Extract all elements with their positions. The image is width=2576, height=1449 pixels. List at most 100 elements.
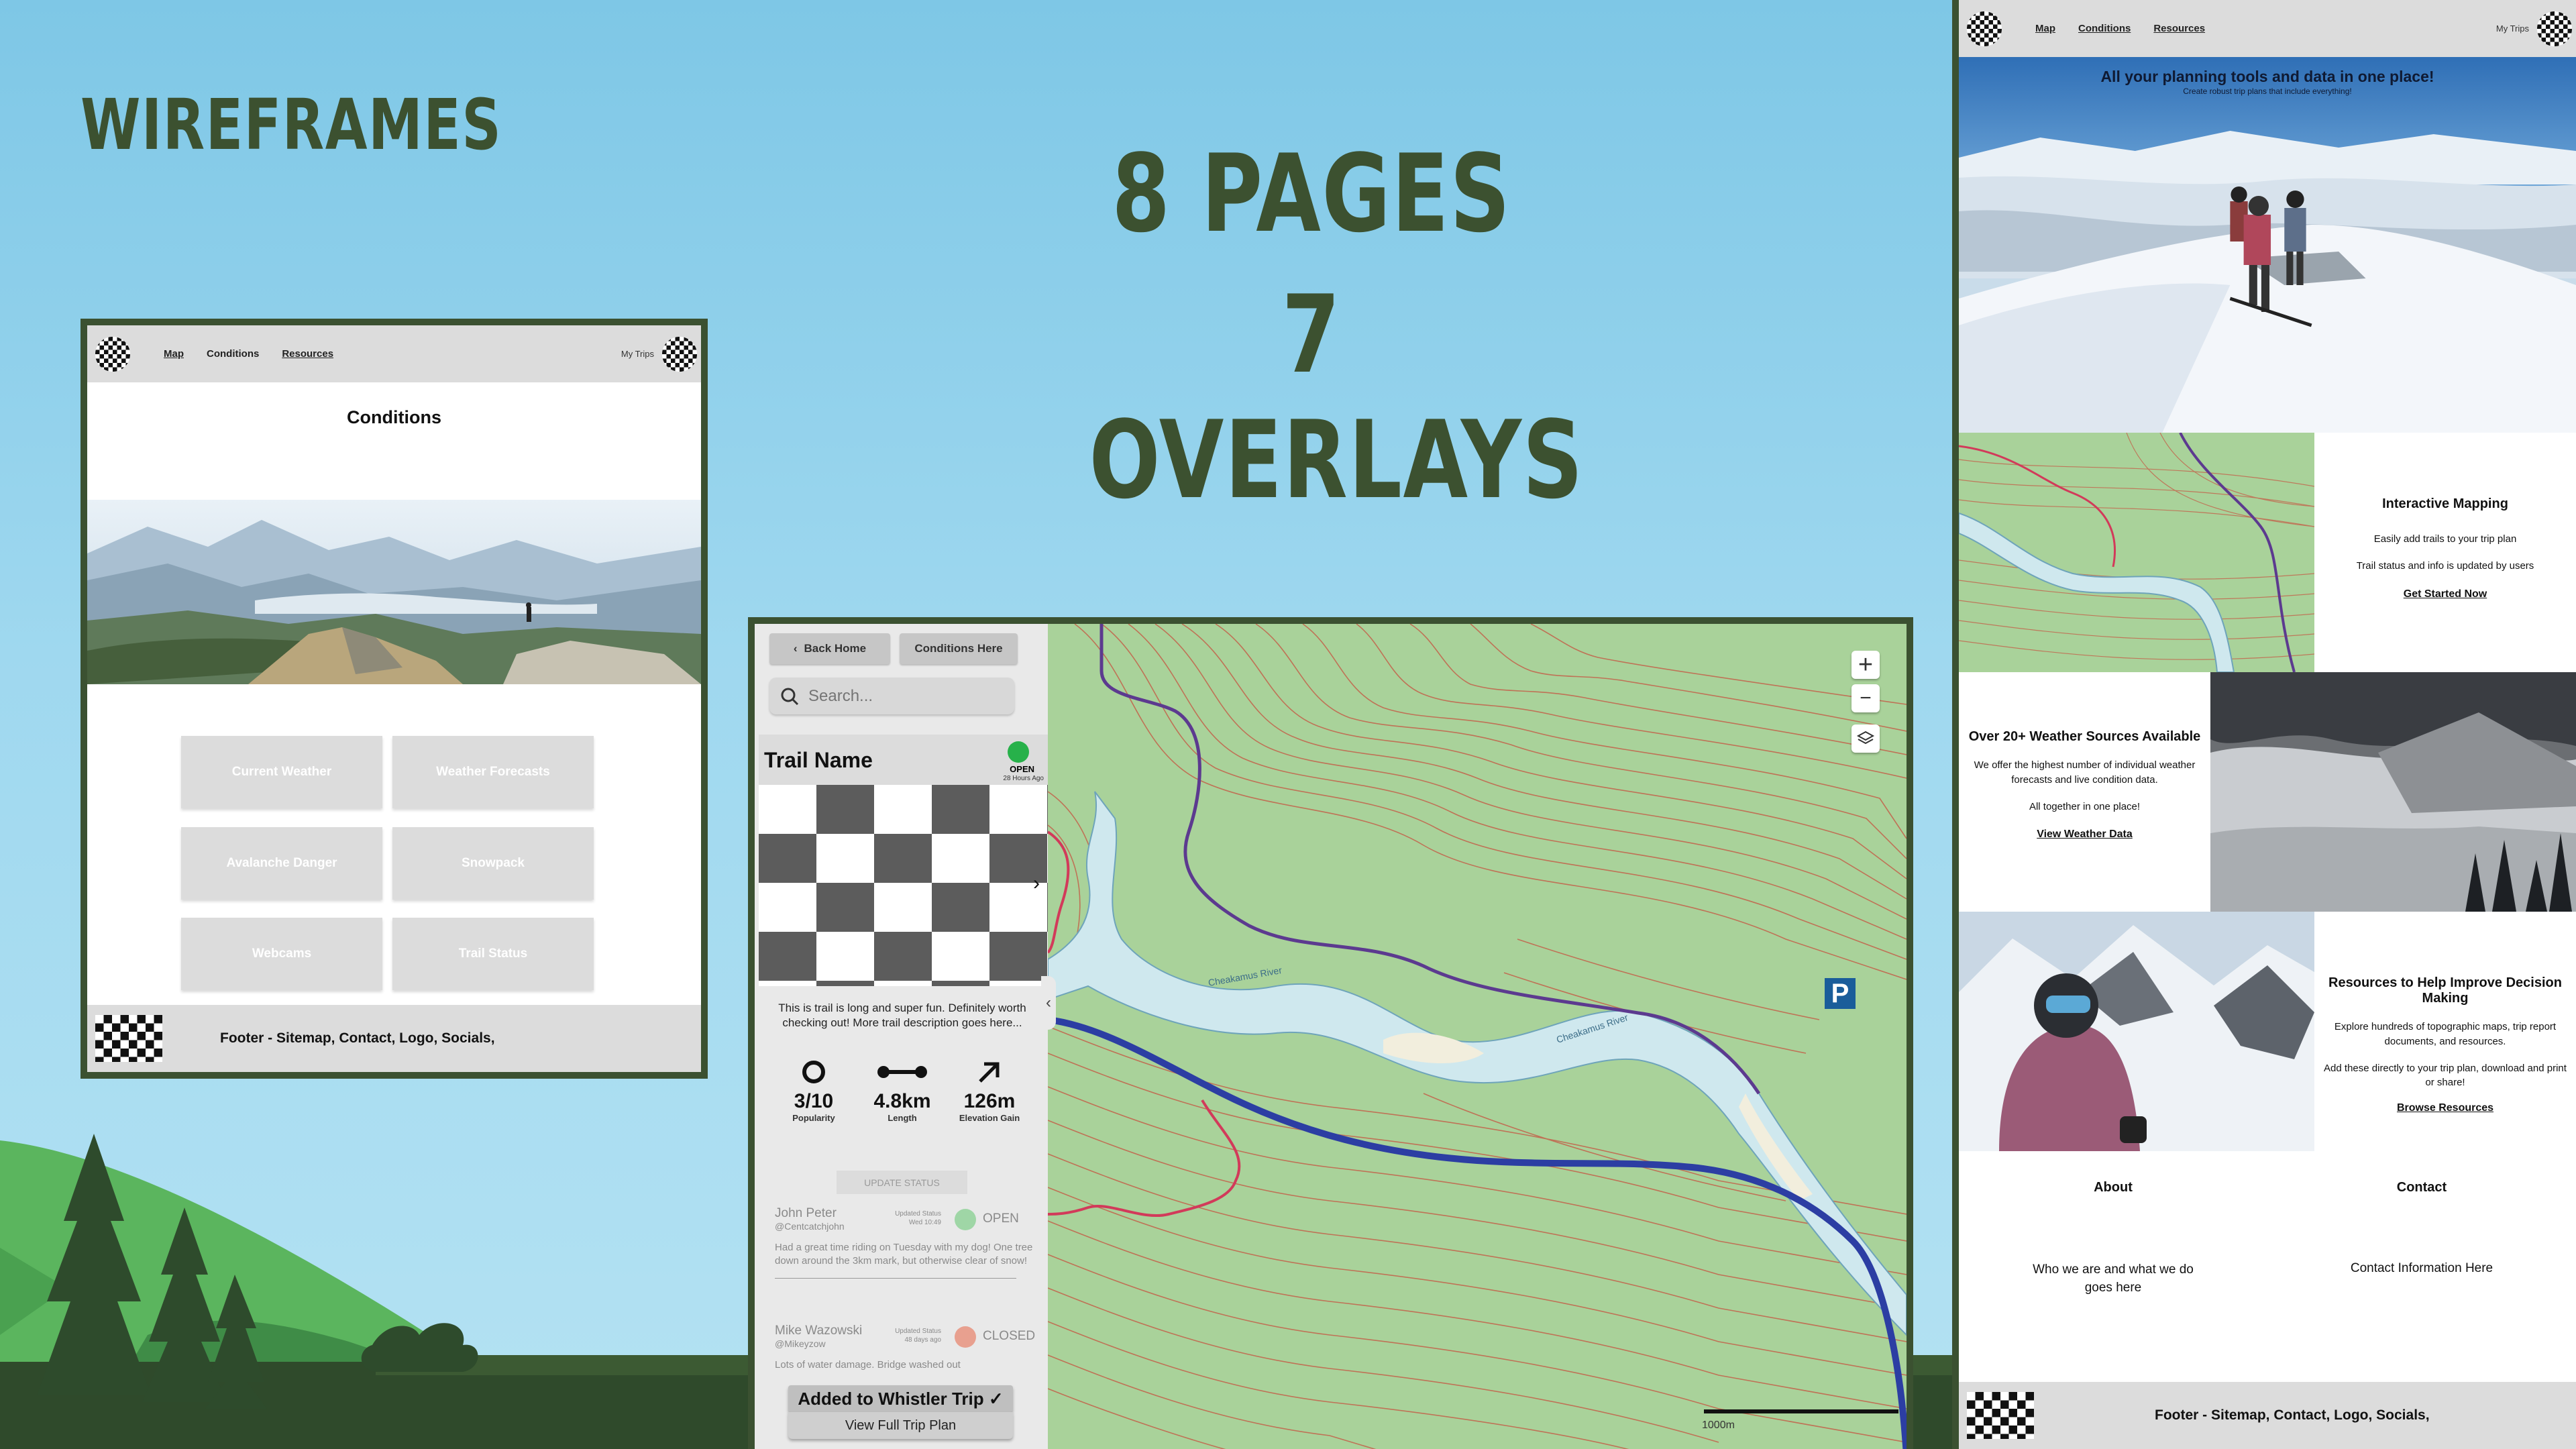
map-preview-image [1959,433,2314,672]
resources-text: Resources to Help Improve Decision Makin… [2314,912,2576,1151]
page-title: Conditions [347,407,441,427]
trail-sidebar: ‹ Back Home Conditions Here Trail Name O… [755,624,1048,1449]
section-text: All together in one place! [2029,800,2141,812]
update-status-button[interactable]: UPDATE STATUS [837,1171,967,1194]
circle-icon [802,1060,825,1083]
about-text: Who we are and what we do goes here [2033,1263,2194,1295]
chevron-left-icon: ‹ [793,642,798,655]
collapse-sidebar-handle[interactable]: ‹ [1041,976,1056,1030]
list-item: John Peter @Centcatchjohn Updated Status… [775,1206,1036,1279]
review-text: Lots of water damage. Bridge washed out [775,1359,961,1371]
section-text: Trail status and info is updated by user… [2356,559,2534,572]
layers-icon [1856,731,1875,745]
top-nav: Map Conditions Resources My Trips [87,325,701,382]
get-started-link[interactable]: Get Started Now [2314,588,2576,600]
trail-description: This is trail is long and super fun. Def… [778,1002,1026,1030]
overlays-count-heading: 7 OVERLAYS [1089,272,1585,523]
trail-name: Trail Name [764,748,873,772]
logo-icon[interactable] [95,336,130,372]
arrow-up-right-icon [979,1062,1000,1083]
section-title: Resources to Help Improve Decision Makin… [2328,975,2562,1006]
nav-map-link[interactable]: Map [164,348,184,360]
nav-conditions-link[interactable]: Conditions [207,348,259,360]
avalanche-danger-button[interactable]: Avalanche Danger [181,827,382,900]
search-icon [781,688,799,705]
footer: Footer - Sitemap, Contact, Logo, Socials… [87,1005,701,1072]
nav-map-link[interactable]: Map [2035,23,2055,34]
view-weather-link[interactable]: View Weather Data [1966,828,2204,841]
divider [775,1277,1016,1279]
trail-status: OPEN [1010,764,1034,774]
footer-text: Footer - Sitemap, Contact, Logo, Socials… [220,1030,495,1046]
popularity-label: Popularity [792,1113,835,1123]
status-dot-icon [955,1209,976,1230]
elevation-value: 126m [963,1090,1016,1112]
layers-button[interactable] [1851,724,1880,753]
footer-logo-icon[interactable] [95,1015,162,1062]
section-text: We offer the highest number of individua… [1974,759,2196,786]
length-stat: 4.8km Length [862,1053,943,1124]
resources-section: Resources to Help Improve Decision Makin… [1959,912,2576,1151]
chevron-right-icon[interactable]: › [1033,872,1040,895]
cloudy-mountains-photo [2210,672,2576,912]
section-text: Explore hundreds of topographic maps, tr… [2334,1021,2557,1047]
section-text: Easily add trails to your trip plan [2373,533,2517,545]
zoom-in-button[interactable]: + [1851,651,1880,679]
footer-text: Footer - Sitemap, Contact, Logo, Socials… [2155,1407,2430,1423]
profile-avatar-icon[interactable] [662,336,697,372]
footer-logo-icon[interactable] [1967,1392,2034,1439]
parking-icon[interactable]: P [1825,978,1856,1009]
route-icon [877,1065,927,1078]
weather-text: Over 20+ Weather Sources Available We of… [1959,672,2210,912]
pages-count-heading: 8 PAGES [1112,131,1511,256]
webcams-button[interactable]: Webcams [181,918,382,990]
nav-resources-link[interactable]: Resources [282,348,333,360]
home-page-wireframe: Map Conditions Resources My Trips All yo… [1952,0,2576,1449]
about-block: About Who we are and what we do goes her… [1959,1180,2267,1297]
length-value: 4.8km [873,1090,931,1112]
snowpack-button[interactable]: Snowpack [392,827,594,900]
trail-status-button[interactable]: Trail Status [392,918,594,990]
zoom-out-button[interactable]: − [1851,684,1880,712]
elevation-label: Elevation Gain [959,1113,1020,1123]
section-title: Interactive Mapping [2382,496,2508,511]
view-trip-plan-button[interactable]: View Full Trip Plan [788,1412,1013,1439]
hero-title: All your planning tools and data in one … [2100,68,2434,85]
topographic-map[interactable]: Cheakamus River Cheakamus River [1048,624,1907,1449]
contact-block: Contact Contact Information Here [2267,1180,2576,1276]
profile-avatar-icon[interactable] [2537,11,2572,46]
hero-section: All your planning tools and data in one … [1959,57,2576,433]
mapping-text: Interactive Mapping Easily add trails to… [2314,433,2576,672]
back-home-label: Back Home [804,642,867,655]
review-status: OPEN [983,1212,1019,1226]
top-nav: Map Conditions Resources My Trips [1959,0,2576,57]
search-bar[interactable] [769,678,1014,714]
nav-my-trips-link[interactable]: My Trips [621,349,654,359]
nav-my-trips-link[interactable]: My Trips [2496,23,2529,34]
current-weather-button[interactable]: Current Weather [181,736,382,808]
added-to-trip-toast: Added to Whistler Trip ✓ [788,1385,1013,1412]
map-page-wireframe: Cheakamus River Cheakamus River + − P 10… [748,617,1913,1449]
nav-conditions-link[interactable]: Conditions [2078,23,2131,34]
skiers-on-summit-photo [1959,57,2576,433]
browse-resources-link[interactable]: Browse Resources [2321,1102,2569,1114]
footer: Footer - Sitemap, Contact, Logo, Socials… [1959,1382,2576,1449]
update-time: Updated Status 48 days ago [895,1328,941,1344]
interactive-mapping-section: Interactive Mapping Easily add trails to… [1959,433,2576,672]
trail-image-placeholder [759,785,1048,986]
contact-text: Contact Information Here [2350,1261,2493,1275]
weather-sources-section: Over 20+ Weather Sources Available We of… [1959,672,2576,912]
review-status: CLOSED [983,1329,1036,1343]
about-title: About [2094,1180,2133,1195]
back-home-button[interactable]: ‹ Back Home [769,633,890,664]
conditions-page-wireframe: Map Conditions Resources My Trips Condit… [80,319,708,1079]
logo-icon[interactable] [1967,11,2002,46]
weather-forecasts-button[interactable]: Weather Forecasts [392,736,594,808]
elevation-stat: 126m Elevation Gain [949,1053,1030,1124]
conditions-here-button[interactable]: Conditions Here [900,633,1018,664]
search-input[interactable] [808,686,996,706]
update-time: Updated Status Wed 10:49 [895,1210,941,1226]
review-text: Had a great time riding on Tuesday with … [775,1242,1033,1267]
nav-resources-link[interactable]: Resources [2153,23,2205,34]
scale-label: 1000m [1702,1419,1735,1431]
